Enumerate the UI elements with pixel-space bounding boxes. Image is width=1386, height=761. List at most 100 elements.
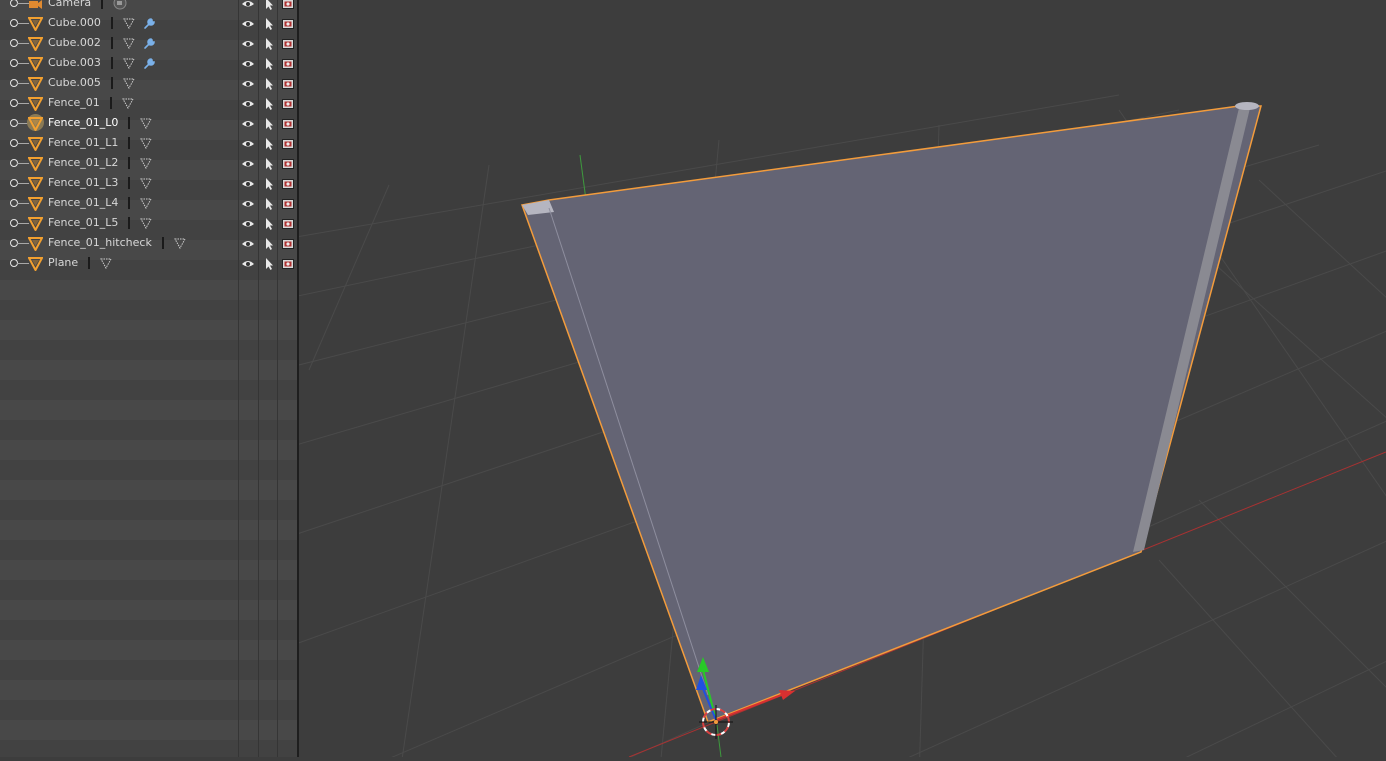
eye-icon[interactable]: [241, 96, 255, 110]
outliner-panel[interactable]: Camera Cube.000 Cube.002 Cube.003 Cube.005 Fe…: [0, 0, 297, 757]
cursor-icon[interactable]: [262, 176, 276, 190]
cursor-icon[interactable]: [262, 136, 276, 150]
render-icon[interactable]: [281, 16, 295, 30]
eye-icon[interactable]: [241, 216, 255, 230]
mesh-data-icon[interactable]: [140, 177, 153, 189]
outliner-row[interactable]: Fence_01_hitcheck: [0, 233, 297, 253]
cursor-icon[interactable]: [262, 116, 276, 130]
outliner-row[interactable]: Fence_01_L0: [0, 113, 297, 133]
cursor-icon[interactable]: [262, 76, 276, 90]
cursor-icon[interactable]: [262, 56, 276, 70]
outliner-row[interactable]: Cube.002: [0, 33, 297, 53]
mesh-object-icon[interactable]: [27, 56, 44, 73]
render-icon[interactable]: [281, 156, 295, 170]
eye-icon[interactable]: [241, 16, 255, 30]
render-icon[interactable]: [281, 36, 295, 50]
object-name[interactable]: Cube.000: [48, 16, 101, 30]
cursor-icon[interactable]: [262, 36, 276, 50]
mesh-object-icon[interactable]: [27, 216, 44, 233]
cursor-icon[interactable]: [262, 96, 276, 110]
object-name[interactable]: Camera: [48, 0, 91, 10]
mesh-object-icon[interactable]: [27, 136, 44, 153]
render-icon[interactable]: [281, 56, 295, 70]
eye-icon[interactable]: [241, 236, 255, 250]
object-name[interactable]: Fence_01: [48, 96, 100, 110]
object-name[interactable]: Fence_01_L0: [48, 116, 118, 130]
mesh-object-icon[interactable]: [27, 16, 44, 33]
mesh-object-icon[interactable]: [27, 116, 44, 133]
wrench-icon[interactable]: [135, 37, 156, 50]
mesh-data-icon[interactable]: [100, 257, 113, 269]
wrench-icon[interactable]: [135, 57, 156, 70]
mesh-object-icon[interactable]: [27, 256, 44, 273]
eye-icon[interactable]: [241, 76, 255, 90]
outliner-row[interactable]: Cube.005: [0, 73, 297, 93]
outliner-row[interactable]: Fence_01_L2: [0, 153, 297, 173]
mesh-data-icon[interactable]: [140, 117, 153, 129]
outliner-row[interactable]: Fence_01_L1: [0, 133, 297, 153]
object-name[interactable]: Fence_01_hitcheck: [48, 236, 152, 250]
wrench-icon[interactable]: [135, 17, 156, 30]
eye-icon[interactable]: [241, 0, 255, 10]
object-name[interactable]: Cube.002: [48, 36, 101, 50]
render-icon[interactable]: [281, 96, 295, 110]
render-icon[interactable]: [281, 136, 295, 150]
3d-viewport[interactable]: [278, 0, 1386, 761]
cursor-icon[interactable]: [262, 236, 276, 250]
mesh-object-icon[interactable]: [27, 196, 44, 213]
mesh-object-icon[interactable]: [27, 36, 44, 53]
render-icon[interactable]: [281, 76, 295, 90]
outliner-row[interactable]: Fence_01_L3: [0, 173, 297, 193]
viewport-canvas[interactable]: [278, 0, 1386, 761]
cursor-icon[interactable]: [262, 0, 276, 10]
eye-icon[interactable]: [241, 116, 255, 130]
cursor-icon[interactable]: [262, 156, 276, 170]
render-icon[interactable]: [281, 0, 295, 10]
mesh-object-icon[interactable]: [27, 176, 44, 193]
object-name[interactable]: Fence_01_L5: [48, 216, 118, 230]
eye-icon[interactable]: [241, 136, 255, 150]
cursor-icon[interactable]: [262, 216, 276, 230]
object-name[interactable]: Fence_01_L1: [48, 136, 118, 150]
mesh-data-icon[interactable]: [123, 37, 135, 49]
render-icon[interactable]: [281, 236, 295, 250]
object-name[interactable]: Cube.005: [48, 76, 101, 90]
eye-icon[interactable]: [241, 36, 255, 50]
outliner-row[interactable]: Fence_01_L5: [0, 213, 297, 233]
camera-object-icon[interactable]: [28, 0, 43, 10]
eye-icon[interactable]: [241, 156, 255, 170]
mesh-object-icon[interactable]: [27, 236, 44, 253]
mesh-data-icon[interactable]: [140, 157, 153, 169]
object-name[interactable]: Plane: [48, 256, 78, 270]
outliner-row[interactable]: Plane: [0, 253, 297, 273]
mesh-object-icon[interactable]: [27, 96, 44, 113]
mesh-object-icon[interactable]: [27, 76, 44, 93]
eye-icon[interactable]: [241, 176, 255, 190]
render-icon[interactable]: [281, 256, 295, 270]
mesh-data-icon[interactable]: [140, 217, 153, 229]
render-icon[interactable]: [281, 216, 295, 230]
eye-icon[interactable]: [241, 256, 255, 270]
render-icon[interactable]: [281, 176, 295, 190]
outliner-row[interactable]: Cube.000: [0, 13, 297, 33]
cursor-icon[interactable]: [262, 256, 276, 270]
object-name[interactable]: Cube.003: [48, 56, 101, 70]
object-name[interactable]: Fence_01_L4: [48, 196, 118, 210]
mesh-data-icon[interactable]: [123, 17, 135, 29]
eye-icon[interactable]: [241, 196, 255, 210]
mesh-data-icon[interactable]: [173, 237, 186, 249]
mesh-data-icon[interactable]: [121, 97, 134, 109]
mesh-data-icon[interactable]: [123, 77, 135, 89]
cursor-icon[interactable]: [262, 196, 276, 210]
mesh-data-icon[interactable]: [140, 197, 153, 209]
cursor-icon[interactable]: [262, 16, 276, 30]
mesh-data-icon[interactable]: [123, 57, 135, 69]
eye-icon[interactable]: [241, 56, 255, 70]
outliner-row[interactable]: Fence_01_L4: [0, 193, 297, 213]
render-icon[interactable]: [281, 196, 295, 210]
object-name[interactable]: Fence_01_L3: [48, 176, 118, 190]
render-icon[interactable]: [281, 116, 295, 130]
mesh-object-icon[interactable]: [27, 156, 44, 173]
object-name[interactable]: Fence_01_L2: [48, 156, 118, 170]
camera-data-icon[interactable]: [113, 0, 127, 10]
